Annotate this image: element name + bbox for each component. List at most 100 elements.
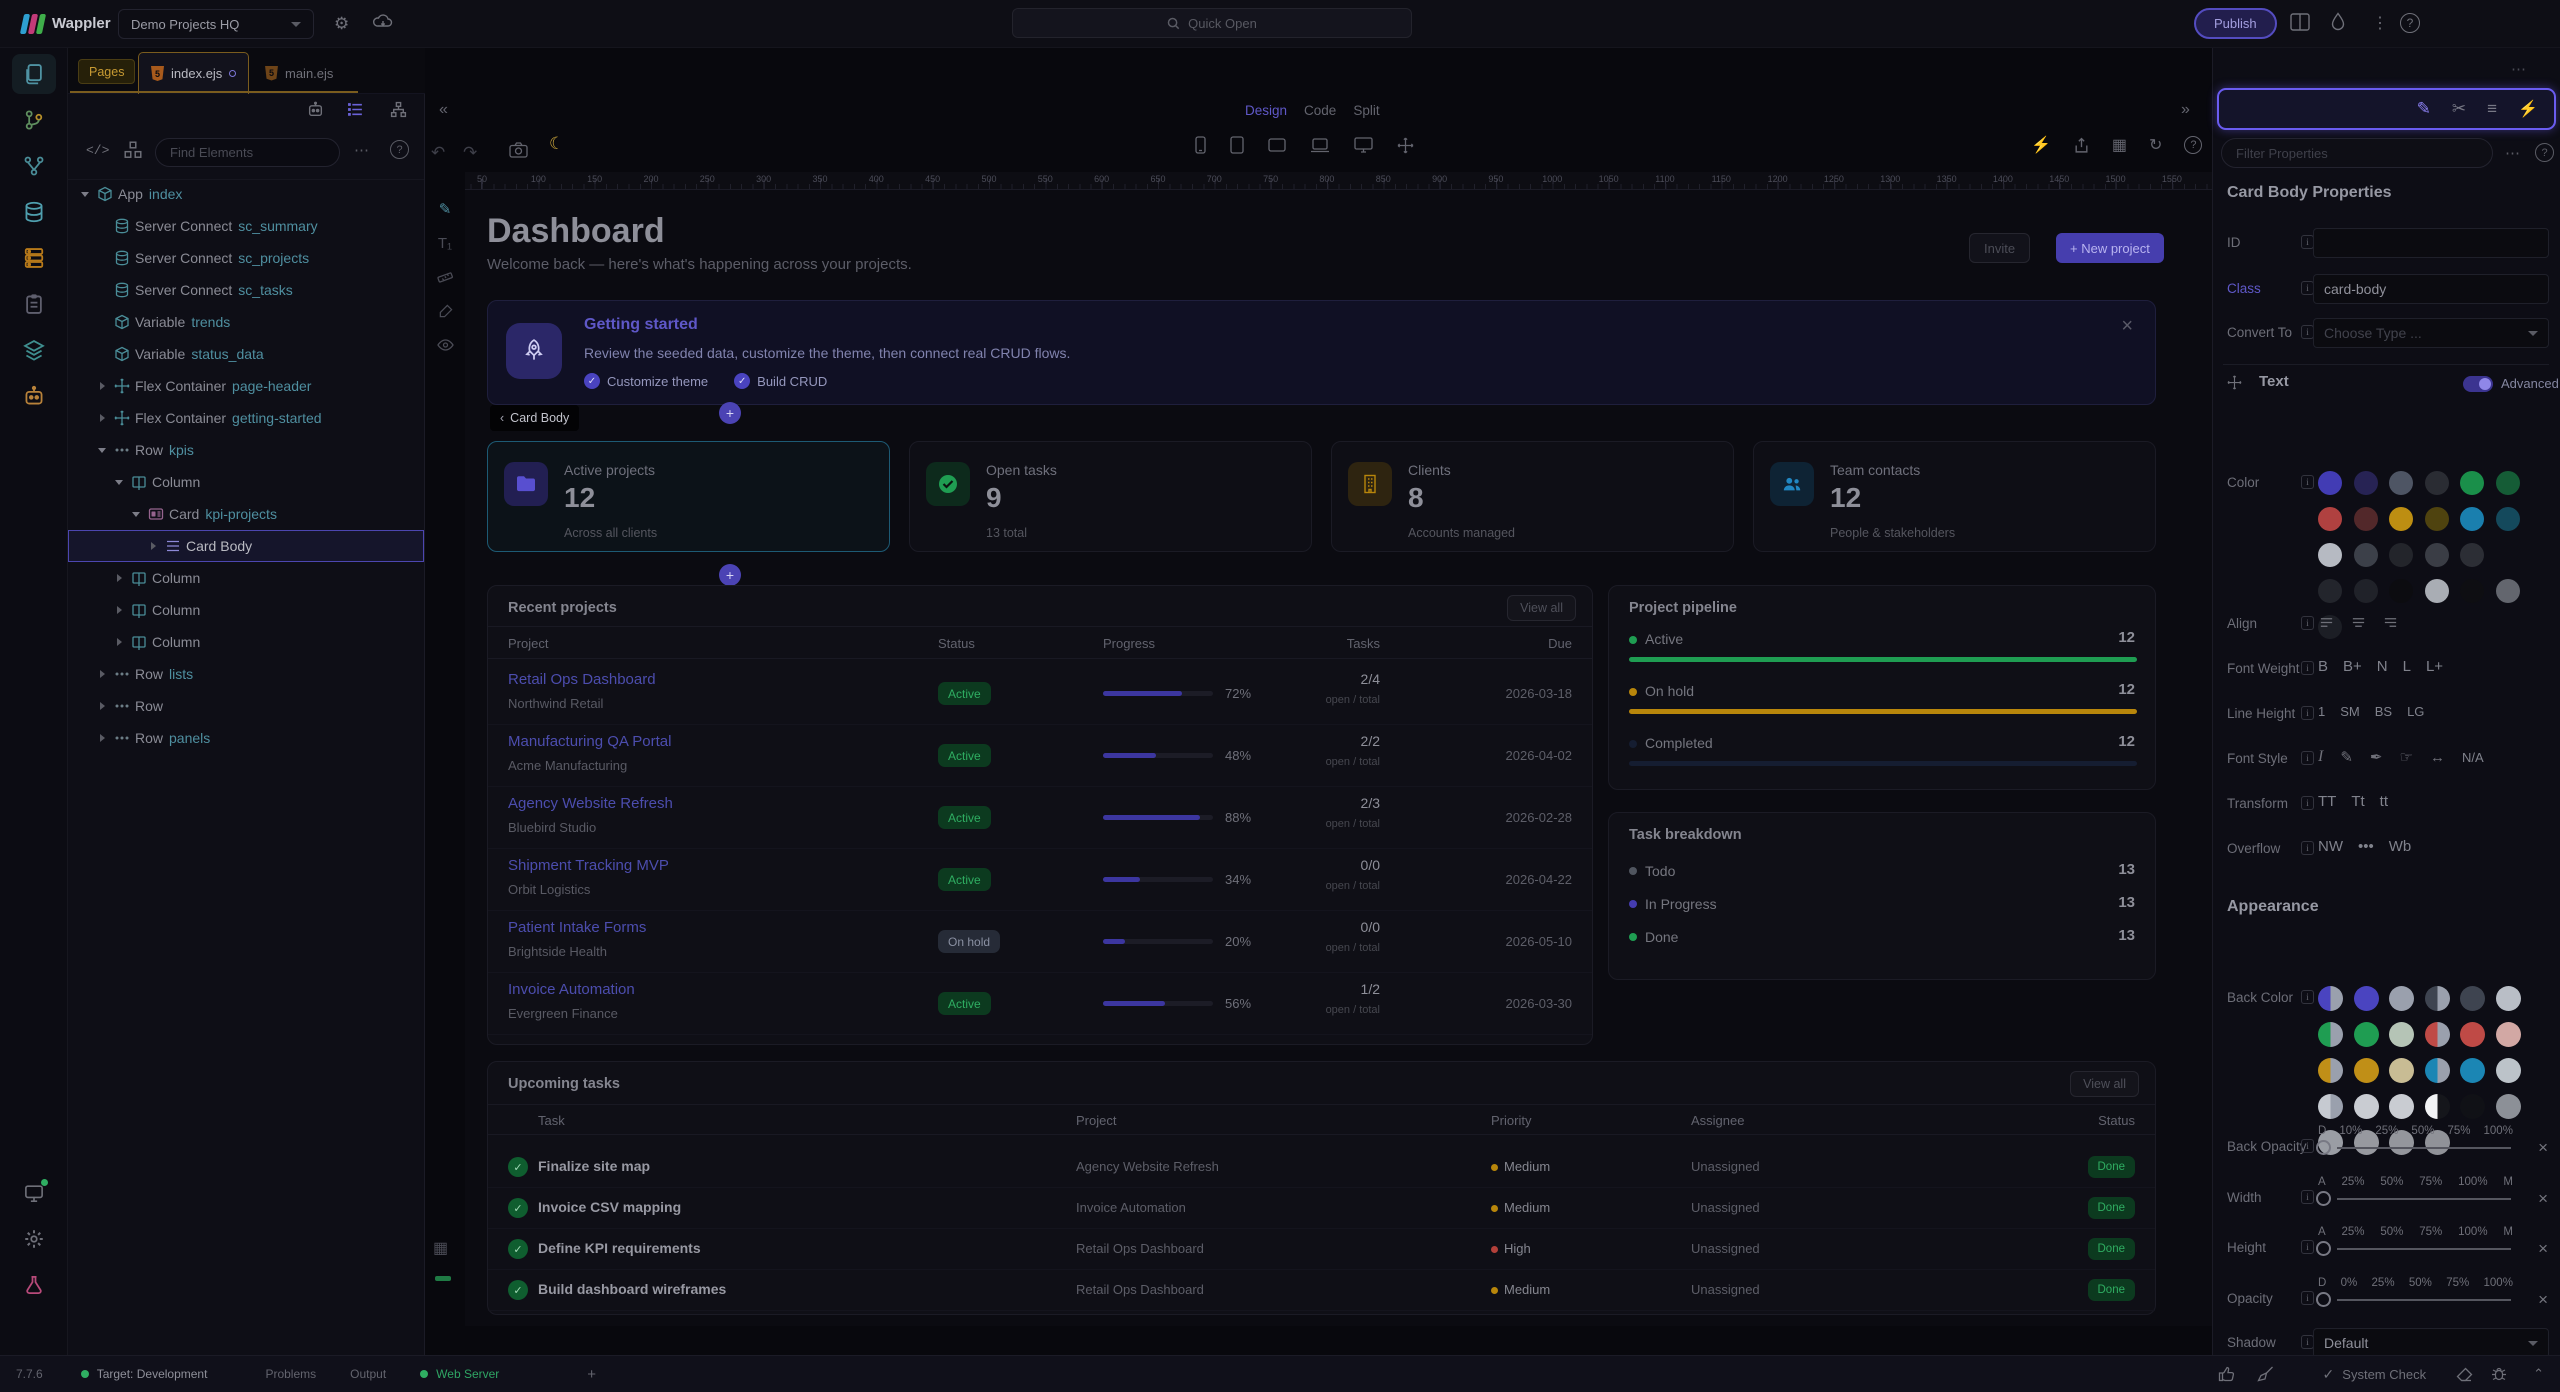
- color-swatch[interactable]: [2389, 507, 2413, 531]
- project-selector[interactable]: Demo Projects HQ: [118, 9, 314, 39]
- preview-icon[interactable]: [12, 1173, 56, 1213]
- info-icon[interactable]: i: [2301, 990, 2314, 1004]
- back-color-swatch[interactable]: [2318, 1022, 2343, 1047]
- align-right-icon[interactable]: [2382, 615, 2399, 630]
- chevron-right-icon[interactable]: [112, 606, 126, 614]
- option-tt[interactable]: tt: [2380, 793, 2388, 810]
- italic-icon[interactable]: I: [2318, 748, 2323, 766]
- tree-item-server-connect-sc-tasks[interactable]: Server Connectsc_tasks: [68, 274, 424, 306]
- back-color-swatch[interactable]: [2460, 1022, 2485, 1047]
- back-color-swatch[interactable]: [2354, 1094, 2379, 1119]
- back-color-swatch[interactable]: [2318, 1058, 2343, 1083]
- chevron-right-icon[interactable]: [112, 638, 126, 646]
- actions-lightning-icon[interactable]: ⚡: [2518, 99, 2538, 119]
- layers-icon[interactable]: [12, 330, 56, 370]
- back-color-swatch[interactable]: [2318, 1094, 2343, 1119]
- tick-label[interactable]: D: [2318, 1277, 2326, 1289]
- back-color-swatch[interactable]: [2496, 1094, 2521, 1119]
- clear-icon[interactable]: ×: [2538, 1138, 2548, 1158]
- tick-label[interactable]: A: [2318, 1226, 2326, 1238]
- workflows-icon[interactable]: [12, 146, 56, 186]
- chevron-right-icon[interactable]: [95, 734, 109, 742]
- tick-label[interactable]: M: [2503, 1176, 2513, 1188]
- layout-panels-icon[interactable]: [2290, 13, 2310, 31]
- grid-settings-icon[interactable]: ▦: [433, 1238, 448, 1258]
- tree-item-column[interactable]: Column: [68, 626, 424, 658]
- tick-label[interactable]: 100%: [2484, 1125, 2513, 1137]
- back-color-swatch[interactable]: [2354, 986, 2379, 1011]
- color-swatch[interactable]: [2389, 543, 2413, 567]
- cloud-sync-icon[interactable]: [372, 12, 394, 32]
- responsive-resize-icon[interactable]: [1397, 137, 1414, 154]
- advanced-toggle[interactable]: [2463, 376, 2493, 392]
- target-selector[interactable]: Target: Development: [97, 1367, 208, 1381]
- content-icon[interactable]: [12, 284, 56, 324]
- tree-item-column[interactable]: Column: [68, 594, 424, 626]
- edit-pencil-icon[interactable]: ✎: [429, 192, 461, 226]
- back-color-swatch[interactable]: [2389, 1058, 2414, 1083]
- kpi-card-team-contacts[interactable]: Team contacts12People & stakeholders: [1753, 441, 2156, 552]
- text-tool-icon[interactable]: T₁: [429, 226, 461, 260]
- table-row[interactable]: Agency Website RefreshBluebird StudioAct…: [488, 787, 1592, 849]
- hand-icon[interactable]: ☞: [2399, 748, 2412, 766]
- selected-element-chip[interactable]: ‹ Card Body: [490, 405, 579, 431]
- project-link[interactable]: Retail Ops Dashboard: [508, 671, 656, 688]
- info-icon[interactable]: i: [2301, 706, 2314, 720]
- tree-item-flex-container-getting-started[interactable]: Flex Containergetting-started: [68, 402, 424, 434]
- tick-label[interactable]: 50%: [2380, 1176, 2403, 1188]
- tree-item-row-kpis[interactable]: Rowkpis: [68, 434, 424, 466]
- tick-label[interactable]: 25%: [2372, 1277, 2395, 1289]
- tree-item-app-index[interactable]: Appindex: [68, 178, 424, 210]
- dom-tree-tab-icon[interactable]: [390, 101, 407, 118]
- assistant-icon[interactable]: [12, 376, 56, 416]
- back-color-swatch[interactable]: [2425, 1058, 2450, 1083]
- color-swatch[interactable]: [2460, 579, 2484, 603]
- color-swatch[interactable]: [2460, 507, 2484, 531]
- props-more-icon[interactable]: ⋯: [2505, 144, 2520, 162]
- collapse-left-icon[interactable]: «: [439, 101, 448, 119]
- clear-icon[interactable]: ×: [2538, 1189, 2548, 1209]
- id-input[interactable]: [2313, 228, 2549, 258]
- option-na[interactable]: N/A: [2462, 750, 2484, 765]
- slider-track[interactable]: [2337, 1198, 2511, 1200]
- kpi-card-open-tasks[interactable]: Open tasks913 total: [909, 441, 1312, 552]
- color-swatch[interactable]: [2425, 579, 2449, 603]
- edit-pencil-icon[interactable]: ✎: [2417, 99, 2431, 119]
- kpi-card-active-projects[interactable]: Active projects12Across all clients: [487, 441, 890, 552]
- tick-label[interactable]: 75%: [2419, 1226, 2442, 1238]
- slider-knob[interactable]: [2316, 1191, 2331, 1206]
- info-icon[interactable]: i: [2301, 1190, 2314, 1204]
- clear-icon[interactable]: ×: [2538, 1290, 2548, 1310]
- pages-icon[interactable]: [12, 54, 56, 94]
- canvas-help-icon[interactable]: ?: [2184, 136, 2202, 154]
- project-link[interactable]: Invoice Automation: [508, 981, 635, 998]
- table-row[interactable]: ✓Finalize site mapAgency Website Refresh…: [488, 1147, 2155, 1188]
- banner-check-item[interactable]: ✓Customize theme: [584, 373, 708, 389]
- tick-label[interactable]: A: [2318, 1176, 2326, 1188]
- undo-icon[interactable]: ↶: [431, 136, 445, 170]
- chevron-down-icon[interactable]: [112, 480, 126, 485]
- settings-icon[interactable]: [12, 1219, 56, 1259]
- tree-item-card-kpi-projects[interactable]: Cardkpi-projects: [68, 498, 424, 530]
- app-structure-tab-icon[interactable]: [347, 101, 364, 118]
- option-l[interactable]: L+: [2426, 658, 2443, 675]
- drag-move-icon[interactable]: [2227, 375, 2242, 390]
- field-label[interactable]: Class: [2227, 281, 2261, 296]
- laptop-icon[interactable]: [1310, 138, 1330, 153]
- help-icon[interactable]: ?: [2400, 13, 2420, 33]
- chevron-right-icon[interactable]: [95, 702, 109, 710]
- table-row[interactable]: Patient Intake FormsBrightside HealthOn …: [488, 911, 1592, 973]
- tablet-landscape-icon[interactable]: [1268, 138, 1286, 152]
- theme-droplet-icon[interactable]: [2330, 12, 2346, 32]
- chevron-right-icon[interactable]: [112, 574, 126, 582]
- option-b[interactable]: B+: [2343, 658, 2362, 675]
- tree-item-row-lists[interactable]: Rowlists: [68, 658, 424, 690]
- clear-icon[interactable]: ×: [2538, 1239, 2548, 1259]
- back-color-swatch[interactable]: [2425, 1094, 2450, 1119]
- back-color-swatch[interactable]: [2354, 1022, 2379, 1047]
- add-panel-icon[interactable]: +: [587, 1366, 596, 1383]
- back-color-swatch[interactable]: [2318, 986, 2343, 1011]
- color-swatch[interactable]: [2318, 543, 2342, 567]
- refresh-icon[interactable]: ↻: [2149, 135, 2162, 155]
- tick-label[interactable]: 10%: [2339, 1125, 2362, 1137]
